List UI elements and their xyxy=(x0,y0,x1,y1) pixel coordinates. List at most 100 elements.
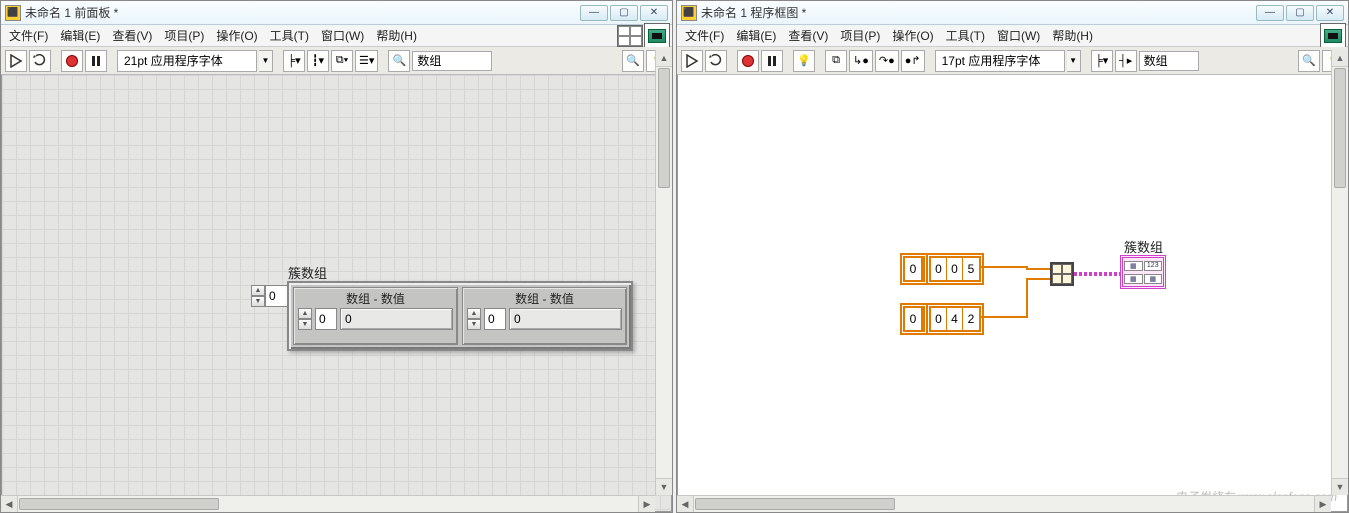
run-continuously-button[interactable] xyxy=(29,50,51,72)
run-button[interactable] xyxy=(5,50,27,72)
front-panel-canvas[interactable]: 簇数组 ▲ ▼ 0 数组 - 数值 ▲ ▼ 0 0 xyxy=(1,75,672,512)
font-dropdown-button[interactable]: ▼ xyxy=(1067,50,1081,72)
reorder-button[interactable]: ☰▾ xyxy=(355,50,378,72)
array-0-value[interactable]: 0 xyxy=(340,308,453,330)
menu-file[interactable]: 文件(F) xyxy=(679,25,730,46)
block-diagram-titlebar[interactable]: ⬛ 未命名 1 程序框图 * — ▢ ✕ xyxy=(677,1,1348,25)
vi-icon[interactable] xyxy=(644,23,670,49)
menu-help[interactable]: 帮助(H) xyxy=(1046,25,1099,46)
menu-view[interactable]: 查看(V) xyxy=(782,25,834,46)
array-1-index[interactable]: 0 xyxy=(905,258,923,280)
block-diagram-canvas[interactable]: 0 0 0 5 0 0 4 2 xyxy=(677,75,1348,512)
abort-button[interactable] xyxy=(61,50,83,72)
font-selector[interactable]: 17pt 应用程序字体 xyxy=(935,50,1065,72)
close-button[interactable]: ✕ xyxy=(640,5,668,21)
vi-icon[interactable] xyxy=(1320,23,1346,49)
font-selector[interactable]: 21pt 应用程序字体 xyxy=(117,50,257,72)
front-panel-menubar: 文件(F) 编辑(E) 查看(V) 项目(P) 操作(O) 工具(T) 窗口(W… xyxy=(1,25,672,47)
minimize-button[interactable]: — xyxy=(580,5,608,21)
close-button[interactable]: ✕ xyxy=(1316,5,1344,21)
index-decrement-button[interactable]: ▼ xyxy=(251,296,265,307)
front-panel-titlebar[interactable]: ⬛ 未命名 1 前面板 * — ▢ ✕ xyxy=(1,1,672,25)
menu-view[interactable]: 查看(V) xyxy=(106,25,158,46)
array-2-cell-1[interactable]: 4 xyxy=(947,308,963,330)
vertical-scrollbar[interactable]: ▲▼ xyxy=(655,50,672,495)
pause-button[interactable] xyxy=(761,50,783,72)
maximize-button[interactable]: ▢ xyxy=(610,5,638,21)
abort-button[interactable] xyxy=(737,50,759,72)
menu-project[interactable]: 项目(P) xyxy=(834,25,886,46)
array-element-1[interactable]: 数组 - 数值 ▲ ▼ 0 0 xyxy=(462,287,627,345)
array-2-cell-2[interactable]: 2 xyxy=(963,308,979,330)
scroll-thumb[interactable] xyxy=(1334,68,1346,188)
menu-tools[interactable]: 工具(T) xyxy=(264,25,315,46)
indicator-cell-icon: ▦ xyxy=(1124,261,1143,271)
cleanup-diagram-button[interactable]: ┤▸ xyxy=(1115,50,1137,72)
cluster-array-body[interactable]: 数组 - 数值 ▲ ▼ 0 0 数组 - 数值 ▲ ▼ 0 xyxy=(287,281,633,351)
block-diagram-window: ⬛ 未命名 1 程序框图 * — ▢ ✕ 文件(F) 编辑(E) 查看(V) 项… xyxy=(676,0,1349,513)
menu-project[interactable]: 项目(P) xyxy=(158,25,210,46)
array-1-index-decrement[interactable]: ▼ xyxy=(467,319,481,330)
menu-operate[interactable]: 操作(O) xyxy=(886,25,939,46)
menu-tools[interactable]: 工具(T) xyxy=(940,25,991,46)
highlight-execution-button[interactable]: 💡 xyxy=(793,50,815,72)
menu-edit[interactable]: 编辑(E) xyxy=(54,25,106,46)
search-input[interactable]: 数组 xyxy=(1139,51,1199,71)
step-into-button[interactable]: ↳● xyxy=(849,50,873,72)
array-1-cell-0[interactable]: 0 xyxy=(931,258,947,280)
scroll-thumb[interactable] xyxy=(695,498,895,510)
cluster-index-control[interactable]: ▲ ▼ 0 xyxy=(251,285,291,307)
array-2-cell-0[interactable]: 0 xyxy=(931,308,947,330)
align-objects-button[interactable]: ╞▾ xyxy=(1091,50,1113,72)
array-2-index[interactable]: 0 xyxy=(905,308,923,330)
search-icon[interactable]: 🔍 xyxy=(1298,50,1320,72)
menu-help[interactable]: 帮助(H) xyxy=(370,25,423,46)
step-over-button[interactable]: ↷● xyxy=(875,50,899,72)
indicator-cell-num: 123 xyxy=(1144,261,1163,271)
array-0-index-decrement[interactable]: ▼ xyxy=(298,319,312,330)
menu-window[interactable]: 窗口(W) xyxy=(991,25,1046,46)
array-1-value[interactable]: 0 xyxy=(509,308,622,330)
menu-file[interactable]: 文件(F) xyxy=(3,25,54,46)
menu-operate[interactable]: 操作(O) xyxy=(210,25,263,46)
font-label: 17pt 应用程序字体 xyxy=(942,52,1041,69)
retain-wire-values-button[interactable]: ⧉ xyxy=(825,50,847,72)
array-1-index-increment[interactable]: ▲ xyxy=(467,308,481,319)
font-dropdown-button[interactable]: ▼ xyxy=(259,50,273,72)
vertical-scrollbar[interactable]: ▲▼ xyxy=(1331,50,1348,495)
array-constant-2-cells[interactable]: 0 4 2 xyxy=(926,303,984,335)
cluster-array-indicator[interactable]: ▦123 ▦▦ xyxy=(1120,255,1166,289)
build-cluster-array-node[interactable] xyxy=(1050,262,1074,286)
run-button[interactable] xyxy=(681,50,703,72)
search-text: 数组 xyxy=(417,52,441,69)
menu-window[interactable]: 窗口(W) xyxy=(315,25,370,46)
pause-button[interactable] xyxy=(85,50,107,72)
minimize-button[interactable]: — xyxy=(1256,5,1284,21)
cluster-indicator-label: 簇数组 xyxy=(1124,237,1163,256)
distribute-objects-button[interactable]: ┇▾ xyxy=(307,50,329,72)
horizontal-scrollbar[interactable]: ◀▶ xyxy=(1,495,655,512)
array-constant-2[interactable]: 0 xyxy=(900,303,928,335)
run-continuously-button[interactable] xyxy=(705,50,727,72)
search-button[interactable]: 🔍 xyxy=(388,50,410,72)
array-element-0[interactable]: 数组 - 数值 ▲ ▼ 0 0 xyxy=(293,287,458,345)
connector-pane-icon[interactable] xyxy=(617,25,643,47)
horizontal-scrollbar[interactable]: ◀▶ xyxy=(677,495,1331,512)
scroll-thumb[interactable] xyxy=(658,68,670,188)
scroll-thumb[interactable] xyxy=(19,498,219,510)
align-objects-button[interactable]: ╞▾ xyxy=(283,50,305,72)
array-constant-1-cells[interactable]: 0 0 5 xyxy=(926,253,984,285)
maximize-button[interactable]: ▢ xyxy=(1286,5,1314,21)
array-1-cell-2[interactable]: 5 xyxy=(963,258,979,280)
array-1-cell-1[interactable]: 0 xyxy=(947,258,963,280)
array-0-index-increment[interactable]: ▲ xyxy=(298,308,312,319)
step-out-button[interactable]: ●↱ xyxy=(901,50,925,72)
search-input[interactable]: 数组 xyxy=(412,51,492,71)
menu-edit[interactable]: 编辑(E) xyxy=(730,25,782,46)
array-constant-1[interactable]: 0 xyxy=(900,253,928,285)
index-increment-button[interactable]: ▲ xyxy=(251,285,265,296)
array-0-index[interactable]: 0 xyxy=(315,308,337,330)
array-1-index[interactable]: 0 xyxy=(484,308,506,330)
resize-objects-button[interactable]: ⧉▾ xyxy=(331,50,353,72)
search-icon[interactable]: 🔍 xyxy=(622,50,644,72)
